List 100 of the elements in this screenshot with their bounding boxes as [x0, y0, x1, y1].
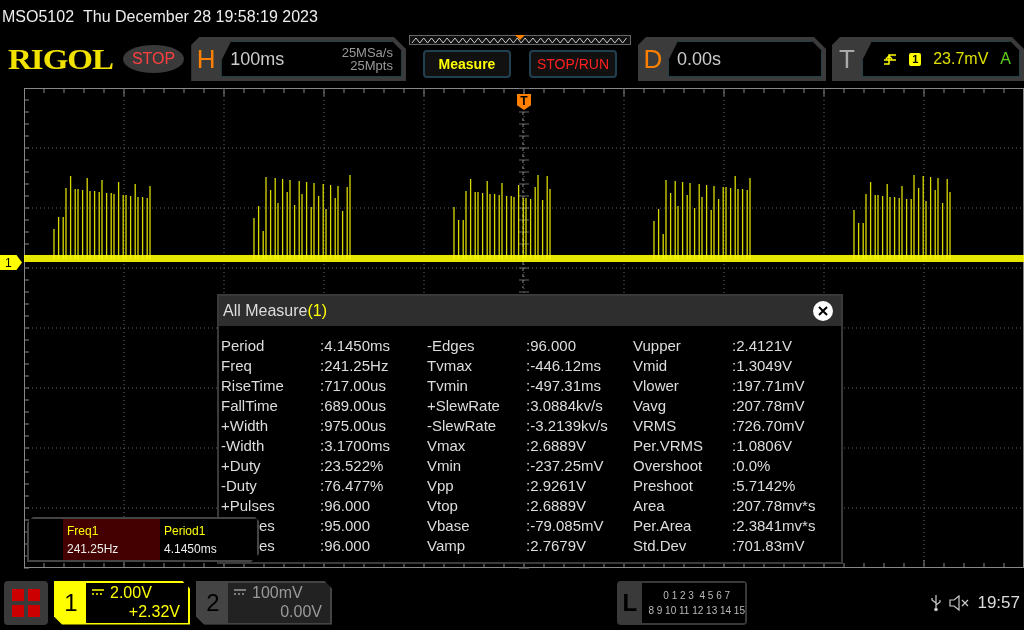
date-time: Thu December 28 19:58:19 2023	[83, 8, 318, 26]
measurement-name: Vbase	[427, 517, 470, 534]
sample-rate: 25MSa/s	[341, 46, 393, 59]
clock: 19:57	[977, 592, 1020, 613]
measurement-name: Preshoot	[633, 477, 694, 494]
measurement-name: -Duty	[221, 477, 257, 494]
measurement-reading: 241.25Hz	[67, 541, 120, 556]
close-button[interactable]	[813, 301, 833, 321]
logic-bits: 8 9 10 11 12 13 14 15	[648, 604, 745, 616]
measurement-value: :197.71mV	[732, 377, 805, 394]
stop-run-button[interactable]: STOP/RUN	[528, 50, 617, 78]
measurement-value: :3.0884kv/s	[526, 397, 603, 414]
measurement-item[interactable]: Freq1 241.25Hz	[63, 519, 160, 560]
rising-edge-icon	[883, 52, 898, 66]
brand-logo: RIGOL	[8, 42, 115, 76]
horizontal-panel[interactable]: H 100ms 25MSa/s 25Mpts	[191, 37, 406, 81]
menu-button[interactable]	[4, 580, 48, 625]
measurement-value: :-79.085mV	[526, 517, 604, 534]
measurement-value: :-497.31ms	[526, 377, 602, 394]
measurement-name: +Duty	[221, 457, 261, 474]
vertical-scale: 2.00V	[110, 582, 152, 602]
measurement-name: Vmin	[427, 457, 462, 474]
measurement-value: :2.9261V	[526, 477, 587, 494]
logic-bits: 0 1 2 3 4 5 6 7	[662, 589, 732, 601]
measurement-value: :726.70mV	[732, 417, 805, 434]
measurement-value: :1.3049V	[732, 357, 793, 374]
measurement-name: RiseTime	[221, 377, 284, 394]
measurement-value: :76.477%	[320, 477, 384, 494]
measurement-value: :2.6889V	[526, 497, 587, 514]
measurement-name: -Edges	[427, 337, 475, 354]
measurement-value: :1.0806V	[732, 437, 793, 454]
trigger-marker[interactable]: T	[517, 94, 531, 110]
measurement-name: Vavg	[633, 397, 667, 414]
channel-number: (1)	[307, 302, 328, 320]
measurement-value: :5.7142%	[732, 477, 796, 494]
delay-panel[interactable]: D 0.00s	[637, 37, 826, 81]
measurement-item[interactable]: Period1 4.1450ms	[160, 519, 257, 560]
measurement-value: :4.1450ms	[320, 337, 391, 354]
model-name: MSO5102	[2, 8, 75, 26]
measurement-name: -Width	[221, 437, 265, 454]
measurement-value: :207.78mv*s	[732, 497, 816, 514]
trigger-panel[interactable]: T 1 23.7mV A	[832, 37, 1024, 81]
dc-coupling-icon	[92, 589, 104, 595]
measurement-name: +Width	[221, 417, 269, 434]
trigger-level: 23.7mV	[933, 50, 989, 68]
measurement-name: +SlewRate	[427, 397, 500, 414]
measurement-name: VRMS	[633, 417, 677, 434]
measurement-value: :96.000	[320, 537, 371, 554]
measurement-name: Per.Area	[633, 517, 692, 534]
vertical-scale: 100mV	[252, 582, 303, 602]
channel-button[interactable]: 1 2.00V +2.32V	[54, 580, 190, 625]
measurement-name: FallTime	[221, 397, 278, 414]
measurement-value: :2.6889V	[526, 437, 587, 454]
measurement-value: :207.78mV	[732, 397, 805, 414]
measurement-name: Period	[221, 337, 265, 354]
measurement-name: +Pulses	[221, 497, 275, 514]
close-icon	[818, 306, 828, 316]
measurement-value: :2.4121V	[732, 337, 793, 354]
measurement-value: :701.83mV	[732, 537, 805, 554]
logic-channel-button[interactable]: L 0 1 2 3 4 5 6 7 8 9 10 11 12 13 14 15	[617, 580, 747, 625]
measurement-name: -SlewRate	[427, 417, 497, 434]
measurement-name: Vamp	[427, 537, 466, 554]
measurement-value: :975.00us	[320, 417, 386, 434]
measurement-value: :2.7679V	[526, 537, 587, 554]
measurement-name: es	[258, 537, 275, 554]
measure-button[interactable]: Measure	[422, 50, 511, 78]
measurement-label: Freq1	[67, 523, 100, 538]
measurement-reading: 4.1450ms	[164, 541, 218, 556]
measurement-value: :3.1700ms	[320, 437, 391, 454]
measurement-name: Tvmax	[427, 357, 472, 374]
delay-value: 0.00s	[676, 48, 721, 70]
measurement-name: Vpp	[427, 477, 454, 494]
measurement-name: Per.VRMS	[633, 437, 704, 454]
measurement-value: :241.25Hz	[320, 357, 389, 374]
measurement-value: :-237.25mV	[526, 457, 604, 474]
measurement-name: Vmax	[427, 437, 466, 454]
measurement-value: :95.000	[320, 517, 371, 534]
measurement-value: :-3.2139kv/s	[526, 417, 608, 434]
trigger-mode: A	[1000, 50, 1011, 68]
measurement-value: :689.00us	[320, 397, 386, 414]
measurement-value: :96.000	[320, 497, 371, 514]
measurement-value: :-446.12ms	[526, 357, 602, 374]
channel-button[interactable]: 2 100mV 0.00V	[196, 580, 332, 625]
run-status: STOP	[122, 45, 185, 73]
muted-speaker-icon[interactable]	[949, 594, 970, 611]
measurement-value: :717.00us	[320, 377, 386, 394]
channel-marker[interactable]: 1	[0, 255, 22, 270]
measurement-name: Freq	[221, 357, 252, 374]
measurement-value: :96.000	[526, 337, 577, 354]
measurement-name: Std.Dev	[633, 537, 687, 554]
measurement-name: es	[258, 517, 275, 534]
measurement-name: Area	[633, 497, 665, 514]
vertical-offset: 0.00V	[280, 601, 322, 621]
measurement-name: Vupper	[633, 337, 681, 354]
trigger-source: 1	[909, 52, 922, 66]
measurement-value: :0.0%	[732, 457, 771, 474]
memory-depth: 25Mpts	[350, 59, 393, 72]
measurement-name: Vmid	[633, 357, 668, 374]
measurement-label: Period1	[164, 523, 207, 538]
measurement-value: :23.522%	[320, 457, 384, 474]
